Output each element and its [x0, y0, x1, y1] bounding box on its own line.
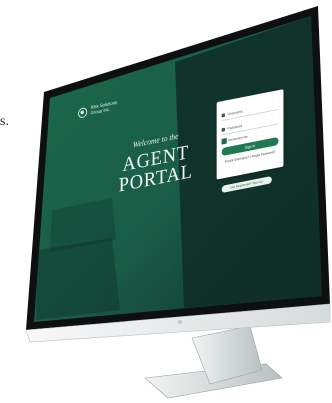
- user-icon: [221, 112, 225, 118]
- sign-up-button[interactable]: Not Registered? Sign Up: [221, 176, 272, 194]
- login-card: Username Password Remember Me Sign In Fo…: [216, 89, 284, 180]
- screenshot-stage: s. Risk Solutions Group Inc. Welcome to …: [0, 0, 332, 403]
- lock-icon: [221, 127, 225, 132]
- username-placeholder: Username: [227, 108, 243, 117]
- company-logo: Risk Solutions Group Inc.: [78, 100, 117, 119]
- remember-label: Remember Me: [228, 134, 248, 143]
- password-placeholder: Password: [227, 123, 243, 131]
- logo-icon: [78, 106, 88, 119]
- logo-text: Risk Solutions Group Inc.: [91, 100, 117, 116]
- remember-checkbox[interactable]: [221, 138, 227, 145]
